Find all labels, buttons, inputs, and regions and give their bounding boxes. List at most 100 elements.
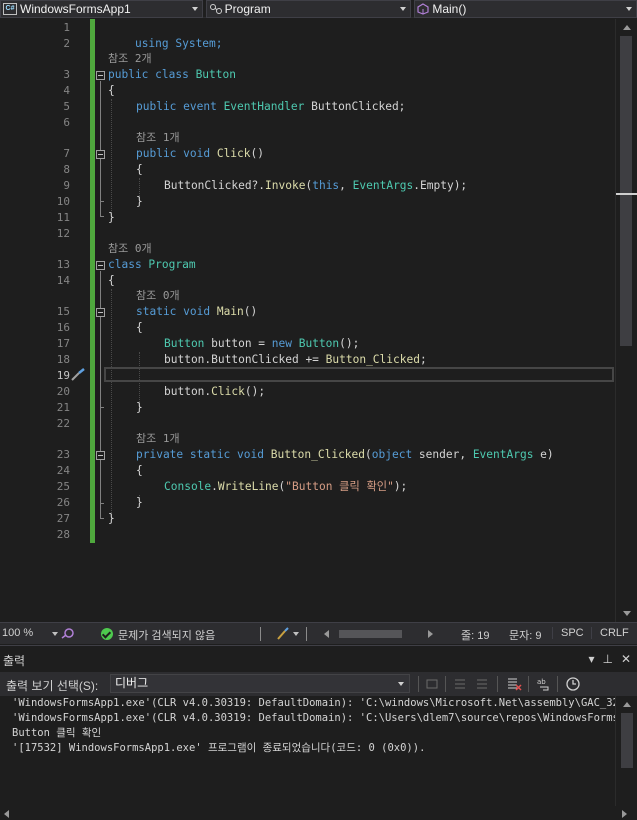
- code-token: ();: [339, 337, 360, 350]
- code-line[interactable]: button.ButtonClicked += Button_Clicked;: [164, 352, 427, 368]
- collapse-toggle[interactable]: [96, 308, 105, 317]
- code-token: WriteLine: [217, 480, 279, 493]
- code-token: public class: [108, 68, 196, 81]
- codelens-references[interactable]: 참조 1개: [136, 431, 180, 447]
- next-message-icon[interactable]: [474, 676, 490, 692]
- word-wrap-icon[interactable]: ab: [536, 676, 552, 692]
- close-icon[interactable]: ✕: [621, 652, 631, 666]
- code-line[interactable]: {: [136, 463, 143, 479]
- collapse-toggle[interactable]: [96, 451, 105, 460]
- code-line[interactable]: static void Main(): [136, 304, 257, 320]
- issues-status[interactable]: 문제가 검색되지 않음: [118, 627, 215, 643]
- code-line[interactable]: ButtonClicked?.Invoke(this, EventArgs.Em…: [164, 178, 467, 194]
- collapse-toggle[interactable]: [96, 150, 105, 159]
- scroll-down-icon[interactable]: [623, 611, 631, 616]
- method-icon: [417, 3, 429, 15]
- code-line[interactable]: {: [108, 83, 115, 99]
- scroll-thumb[interactable]: [621, 713, 633, 768]
- code-line[interactable]: private static void Button_Clicked(objec…: [136, 447, 554, 463]
- scroll-left-icon[interactable]: [4, 810, 9, 818]
- line-number: 7: [63, 147, 70, 160]
- zoom-level[interactable]: 100 %: [2, 627, 33, 639]
- outline-line: [100, 318, 101, 407]
- scroll-right-icon[interactable]: [428, 630, 433, 638]
- collapse-toggle[interactable]: [96, 261, 105, 270]
- line-number: 6: [63, 116, 70, 129]
- window-position-icon[interactable]: ▾: [588, 652, 594, 666]
- code-line[interactable]: {: [108, 273, 115, 289]
- output-text-area[interactable]: 'WindowsFormsApp1.exe'(CLR v4.0.30319: D…: [0, 696, 615, 806]
- code-line[interactable]: Button button = new Button();: [164, 336, 359, 352]
- output-line: '[17532] WindowsFormsApp1.exe' 프로그램이 종료되…: [12, 742, 426, 754]
- scroll-left-icon[interactable]: [324, 630, 329, 638]
- output-horizontal-scrollbar[interactable]: [0, 806, 637, 820]
- code-line[interactable]: {: [136, 320, 143, 336]
- project-dropdown[interactable]: C# WindowsFormsApp1: [0, 0, 203, 18]
- code-line[interactable]: using System;: [108, 20, 223, 50]
- project-name: WindowsFormsApp1: [20, 2, 131, 16]
- code-line[interactable]: public void Click(): [136, 146, 264, 162]
- code-line[interactable]: }: [108, 511, 115, 527]
- code-line[interactable]: public event EventHandler ButtonClicked;: [136, 99, 405, 115]
- scroll-right-icon[interactable]: [622, 810, 627, 818]
- output-source-dropdown[interactable]: 디버그: [110, 674, 410, 693]
- code-line[interactable]: }: [136, 194, 143, 210]
- line-ending-indicator[interactable]: CRLF: [591, 627, 629, 639]
- chevron-down-icon[interactable]: [52, 632, 58, 636]
- code-line[interactable]: }: [108, 210, 115, 226]
- code-line[interactable]: Console.WriteLine("Button 클릭 확인");: [164, 479, 407, 495]
- divider: [418, 676, 419, 692]
- previous-message-icon[interactable]: [452, 676, 468, 692]
- quick-actions-screwdriver-icon[interactable]: [70, 368, 86, 382]
- code-line[interactable]: class Program: [108, 257, 196, 273]
- code-health-icon[interactable]: [60, 627, 76, 640]
- line-number: 5: [63, 100, 70, 113]
- code-line[interactable]: public class Button: [108, 67, 236, 83]
- line-number: 24: [56, 464, 70, 477]
- code-cleanup-brush-icon[interactable]: [275, 627, 291, 641]
- code-editor[interactable]: 1 2 3 4 5 6 7 8 9 10 11 12 13 14 15 16 1…: [0, 19, 615, 622]
- output-vertical-scrollbar[interactable]: [615, 696, 637, 806]
- outline-end: [100, 407, 104, 408]
- scroll-thumb[interactable]: [620, 36, 632, 346]
- clear-all-icon[interactable]: [506, 676, 522, 692]
- scroll-up-icon[interactable]: [623, 25, 631, 30]
- codelens-references[interactable]: 참조 0개: [108, 241, 152, 257]
- horizontal-scroll-thumb[interactable]: [339, 630, 402, 638]
- line-indicator[interactable]: 줄: 19: [461, 627, 489, 643]
- collapse-toggle[interactable]: [96, 71, 105, 80]
- code-line[interactable]: }: [136, 400, 143, 416]
- scroll-up-icon[interactable]: [623, 702, 631, 707]
- code-line[interactable]: button.Click();: [164, 384, 265, 400]
- line-number: 4: [63, 84, 70, 97]
- code-token: ButtonClicked;: [304, 100, 406, 113]
- line-number: 22: [56, 417, 70, 430]
- member-name: Main(): [432, 2, 467, 16]
- code-line[interactable]: {: [136, 162, 143, 178]
- char-indicator[interactable]: 문자: 9: [509, 627, 541, 643]
- find-message-icon[interactable]: [424, 676, 440, 692]
- outline-end: [100, 201, 104, 202]
- line-number: 16: [56, 321, 70, 334]
- code-line[interactable]: }: [136, 495, 143, 511]
- change-tracking-bar: [90, 19, 95, 543]
- code-token: Console: [164, 480, 212, 493]
- class-icon: [209, 4, 222, 14]
- code-token: (): [250, 147, 264, 160]
- codelens-references[interactable]: 참조 0개: [136, 288, 180, 304]
- codelens-references[interactable]: 참조 1개: [136, 130, 180, 146]
- chevron-down-icon[interactable]: [293, 632, 299, 636]
- outline-end: [100, 503, 104, 504]
- line-number: 14: [56, 274, 70, 287]
- member-dropdown[interactable]: Main(): [414, 0, 637, 18]
- clock-icon[interactable]: [565, 676, 581, 692]
- editor-vertical-scrollbar[interactable]: [615, 19, 637, 622]
- class-dropdown[interactable]: Program: [205, 0, 412, 18]
- code-token: }: [136, 496, 143, 509]
- panel-window-controls: ▾ ⊥ ✕: [588, 652, 631, 666]
- line-number: 28: [56, 528, 70, 541]
- code-token: using System;: [134, 37, 223, 50]
- divider: [497, 676, 498, 692]
- whitespace-indicator[interactable]: SPC: [552, 627, 584, 639]
- pin-icon[interactable]: ⊥: [602, 652, 612, 666]
